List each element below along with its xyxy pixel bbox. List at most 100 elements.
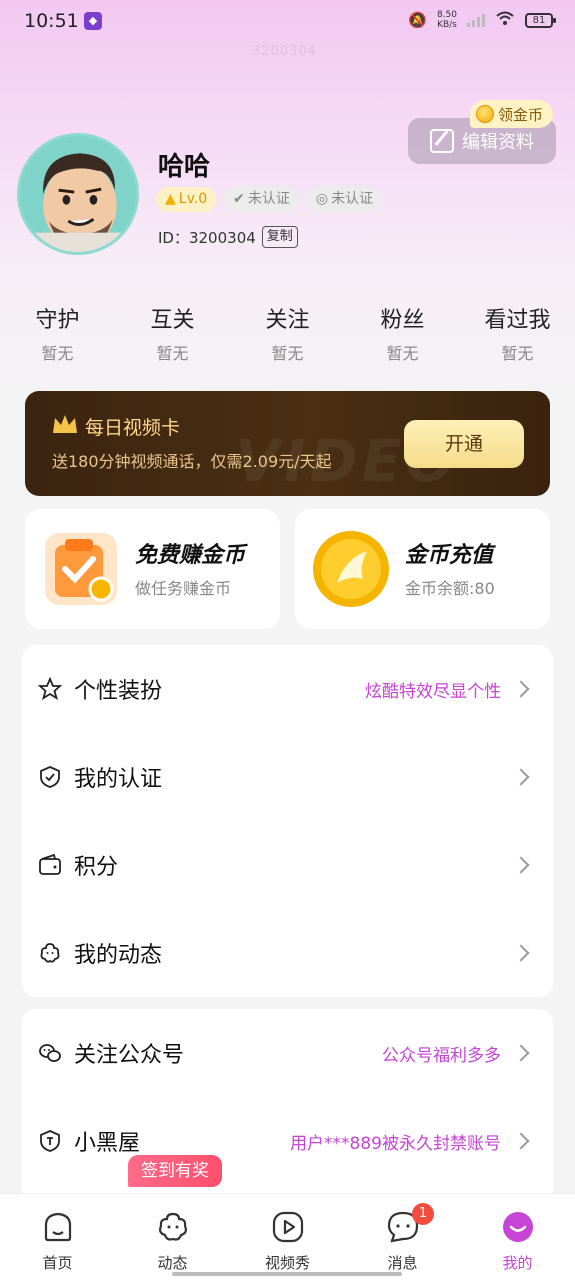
verify-badge-wechat[interactable]: ◎ 未认证 [306,187,383,212]
earn-coins-title: 免费赚金币 [135,543,246,568]
menu-item-verification[interactable]: 我的认证 [22,733,553,821]
menu-section-main: 个性装扮 炫酷特效尽显个性 我的认证 积分 我的动态 [22,645,553,997]
recharge-coins-card[interactable]: 金币充值 金币余额:80 [295,509,550,629]
bottom-tab-bar: 首页 动态 视频秀 1 消息 我的 [0,1193,575,1280]
stat-value: 暂无 [156,344,189,363]
chevron-right-icon [512,856,530,874]
menu-item-label: 小黑屋 [74,1131,141,1156]
menu-item-label: 关注公众号 [74,1043,185,1068]
wechat-icon [39,1044,61,1062]
level-badge-label: Lv.0 [178,191,208,207]
checkin-reward-tag[interactable]: 签到有奖 [128,1155,222,1187]
wifi-icon [495,10,515,30]
coin-balance: 金币余额:80 [405,579,495,598]
verify-badge-real[interactable]: ✔ 未认证 [224,187,299,212]
chevron-right-icon [512,768,530,786]
stat-value: 暂无 [41,344,74,363]
profile-badges: ▲ Lv.0 ✔ 未认证 ◎ 未认证 [156,187,383,212]
verified-icon: ✔ [233,191,245,207]
verify-badge-label: 未认证 [247,191,290,207]
profile-icon [502,1212,533,1242]
vip-activate-button[interactable]: 开通 [404,420,524,468]
menu-item-label: 个性装扮 [74,679,163,704]
stat-value: 暂无 [386,344,419,363]
menu-section-extra: 关注公众号 公众号福利多多 小黑屋 用户***889被永久封禁账号 [22,1009,553,1209]
earn-coins-card[interactable]: 免费赚金币 做任务赚金币 [25,509,280,629]
stat-visitors[interactable]: 看过我 暂无 [460,302,575,364]
tab-label: 我的 [502,1254,533,1272]
watermark: 3200304 [252,44,317,59]
star-icon [38,677,62,700]
menu-item-label: 积分 [74,855,119,880]
battery-icon: 81 [525,12,556,28]
tab-label: 消息 [387,1254,418,1272]
stat-label: 看过我 [484,308,551,333]
earn-coins-subtitle: 做任务赚金币 [135,579,232,598]
task-clipboard-icon [45,533,117,605]
crown-icon: ▲ [165,191,176,207]
username: 哈哈 [158,152,211,182]
wallet-icon [39,853,61,875]
stat-value: 暂无 [501,344,534,363]
menu-item-official-account[interactable]: 关注公众号 公众号福利多多 [22,1009,553,1097]
tab-mine[interactable]: 我的 [460,1194,575,1280]
home-indicator [172,1272,402,1276]
wechat-icon: ◎ [315,191,329,207]
stat-fans[interactable]: 粉丝 暂无 [345,302,460,364]
claim-coin-tip[interactable]: 领金币 [470,100,554,128]
tab-video-show[interactable]: 视频秀 [230,1194,345,1280]
vip-subtitle: 送180分钟视频通话，仅需2.09元/天起 [52,452,332,471]
shield-ban-icon [40,1130,60,1152]
net-speed: 8.50 KB/s [436,10,457,30]
video-play-icon [272,1211,303,1243]
user-id: ID：3200304 [158,228,256,247]
menu-item-label: 我的动态 [74,943,163,968]
home-icon [44,1212,71,1242]
coin-icon [476,105,494,123]
tab-label: 视频秀 [264,1254,310,1272]
menu-item-hint: 炫酷特效尽显个性 [365,681,501,702]
vip-title: 每日视频卡 [85,417,181,439]
avatar[interactable] [17,133,139,255]
stat-label: 守护 [35,308,80,333]
chevron-right-icon [512,680,530,698]
status-time: 10:51 [24,10,79,32]
daily-video-card[interactable]: VIDEO 每日视频卡 送180分钟视频通话，仅需2.09元/天起 开通 [25,391,550,496]
claim-coin-label: 领金币 [498,105,544,124]
status-bar: 10:51 ◆ 🔕 8.50 KB/s 81 [0,0,575,44]
stat-label: 互关 [150,308,195,333]
verify-badge-label: 未认证 [331,191,374,207]
stat-mutual[interactable]: 互关 暂无 [115,302,230,364]
tab-label: 动态 [157,1254,188,1272]
stats-row: 守护 暂无 互关 暂无 关注 暂无 粉丝 暂无 看过我 暂无 [0,302,575,364]
chevron-right-icon [512,1044,530,1062]
app-notification-icon: ◆ [84,12,102,30]
menu-item-blacklist[interactable]: 小黑屋 用户***889被永久封禁账号 [22,1097,553,1185]
tab-moments[interactable]: 动态 [115,1194,230,1280]
copy-id-button[interactable]: 复制 [261,226,298,248]
edit-profile-label: 编辑资料 [462,132,534,153]
menu-item-hint: 公众号福利多多 [382,1045,501,1066]
shield-check-icon [40,766,60,788]
stat-label: 关注 [265,308,310,333]
flower-icon [40,943,60,963]
menu-item-decoration[interactable]: 个性装扮 炫酷特效尽显个性 [22,645,553,733]
user-id-row: ID：3200304 复制 [158,226,298,248]
chevron-right-icon [512,1132,530,1150]
chevron-right-icon [512,944,530,962]
menu-item-label: 我的认证 [74,767,163,792]
level-badge[interactable]: ▲ Lv.0 [156,187,217,212]
menu-item-my-moments[interactable]: 我的动态 [22,909,553,997]
tab-home[interactable]: 首页 [0,1194,115,1280]
edit-icon [430,129,454,153]
moments-icon [158,1212,187,1241]
stat-following[interactable]: 关注 暂无 [230,302,345,364]
stat-label: 粉丝 [380,308,425,333]
tab-messages[interactable]: 1 消息 [345,1194,460,1280]
menu-item-points[interactable]: 积分 [22,821,553,909]
tab-label: 首页 [42,1254,73,1272]
mute-bell-icon: 🔕 [408,11,427,29]
gold-coin-icon [313,531,389,607]
stat-guard[interactable]: 守护 暂无 [0,302,115,364]
stat-value: 暂无 [271,344,304,363]
